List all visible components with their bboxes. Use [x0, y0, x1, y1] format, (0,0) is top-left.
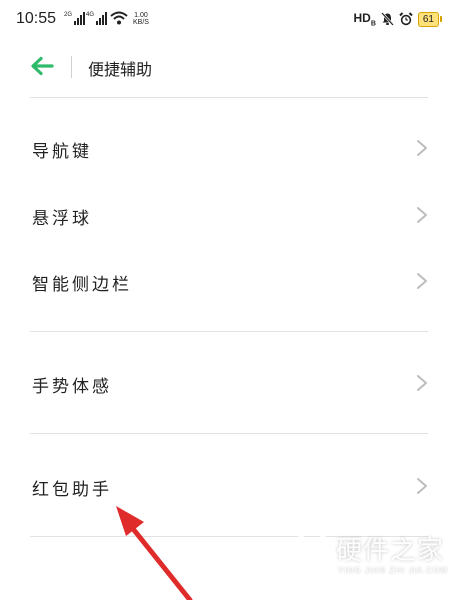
hd-icon: HDB — [353, 11, 376, 28]
header-divider — [71, 56, 72, 78]
net-speed-value: 1.00 — [134, 12, 148, 19]
signal-type-label: 4G — [86, 12, 95, 18]
back-arrow-icon[interactable] — [30, 56, 54, 76]
menu-item-label: 红包助手 — [32, 480, 112, 500]
menu-item-smart-sidebar[interactable]: 智能侧边栏 — [0, 254, 458, 308]
annotation-arrow — [116, 506, 193, 600]
chevron-right-icon — [417, 140, 427, 156]
menu-item-gestures[interactable]: 手势体感 — [0, 356, 458, 410]
menu-item-label: 导航键 — [32, 142, 92, 162]
chevron-right-icon — [417, 478, 427, 494]
chevron-right-icon — [417, 207, 427, 223]
menu-item-label: 智能侧边栏 — [32, 275, 132, 295]
mute-icon — [380, 12, 394, 27]
signal-type-label: 2G — [64, 12, 73, 18]
alarm-icon — [399, 12, 413, 26]
chevron-right-icon — [417, 273, 427, 289]
section-divider — [30, 433, 428, 434]
status-bar: 10:55 2G 4G 1.00 KB/S HDB 61 — [0, 0, 458, 40]
watermark-subtitle: YING JIAN ZHI JIA.COM — [338, 566, 448, 575]
menu-item-floating-ball[interactable]: 悬浮球 — [0, 188, 458, 242]
watermark: 硬件之家 YING JIAN ZHI JIA.COM — [288, 528, 448, 594]
status-right-group: HDB 61 — [353, 11, 442, 27]
battery-icon: 61 — [417, 11, 442, 27]
header-bottom-divider — [30, 97, 428, 98]
chevron-right-icon — [417, 375, 427, 391]
net-speed: 1.00 KB/S — [133, 12, 149, 26]
battery-level: 61 — [417, 11, 439, 27]
menu-item-nav-keys[interactable]: 导航键 — [0, 121, 458, 175]
wifi-icon — [110, 11, 128, 25]
status-time: 10:55 — [16, 10, 57, 27]
section-divider — [30, 331, 428, 332]
menu-item-label: 手势体感 — [32, 377, 112, 397]
net-speed-unit: KB/S — [133, 19, 149, 26]
menu-item-red-packet-assistant[interactable]: 红包助手 — [0, 459, 458, 513]
page-title: 便捷辅助 — [88, 60, 153, 79]
menu-item-label: 悬浮球 — [32, 209, 92, 229]
page-header: 便捷辅助 — [0, 40, 458, 96]
signal-icon: 4G — [86, 12, 108, 25]
signal-icon: 2G — [64, 12, 86, 25]
hexagon-logo-icon — [293, 528, 331, 574]
watermark-title: 硬件之家 — [336, 536, 445, 566]
